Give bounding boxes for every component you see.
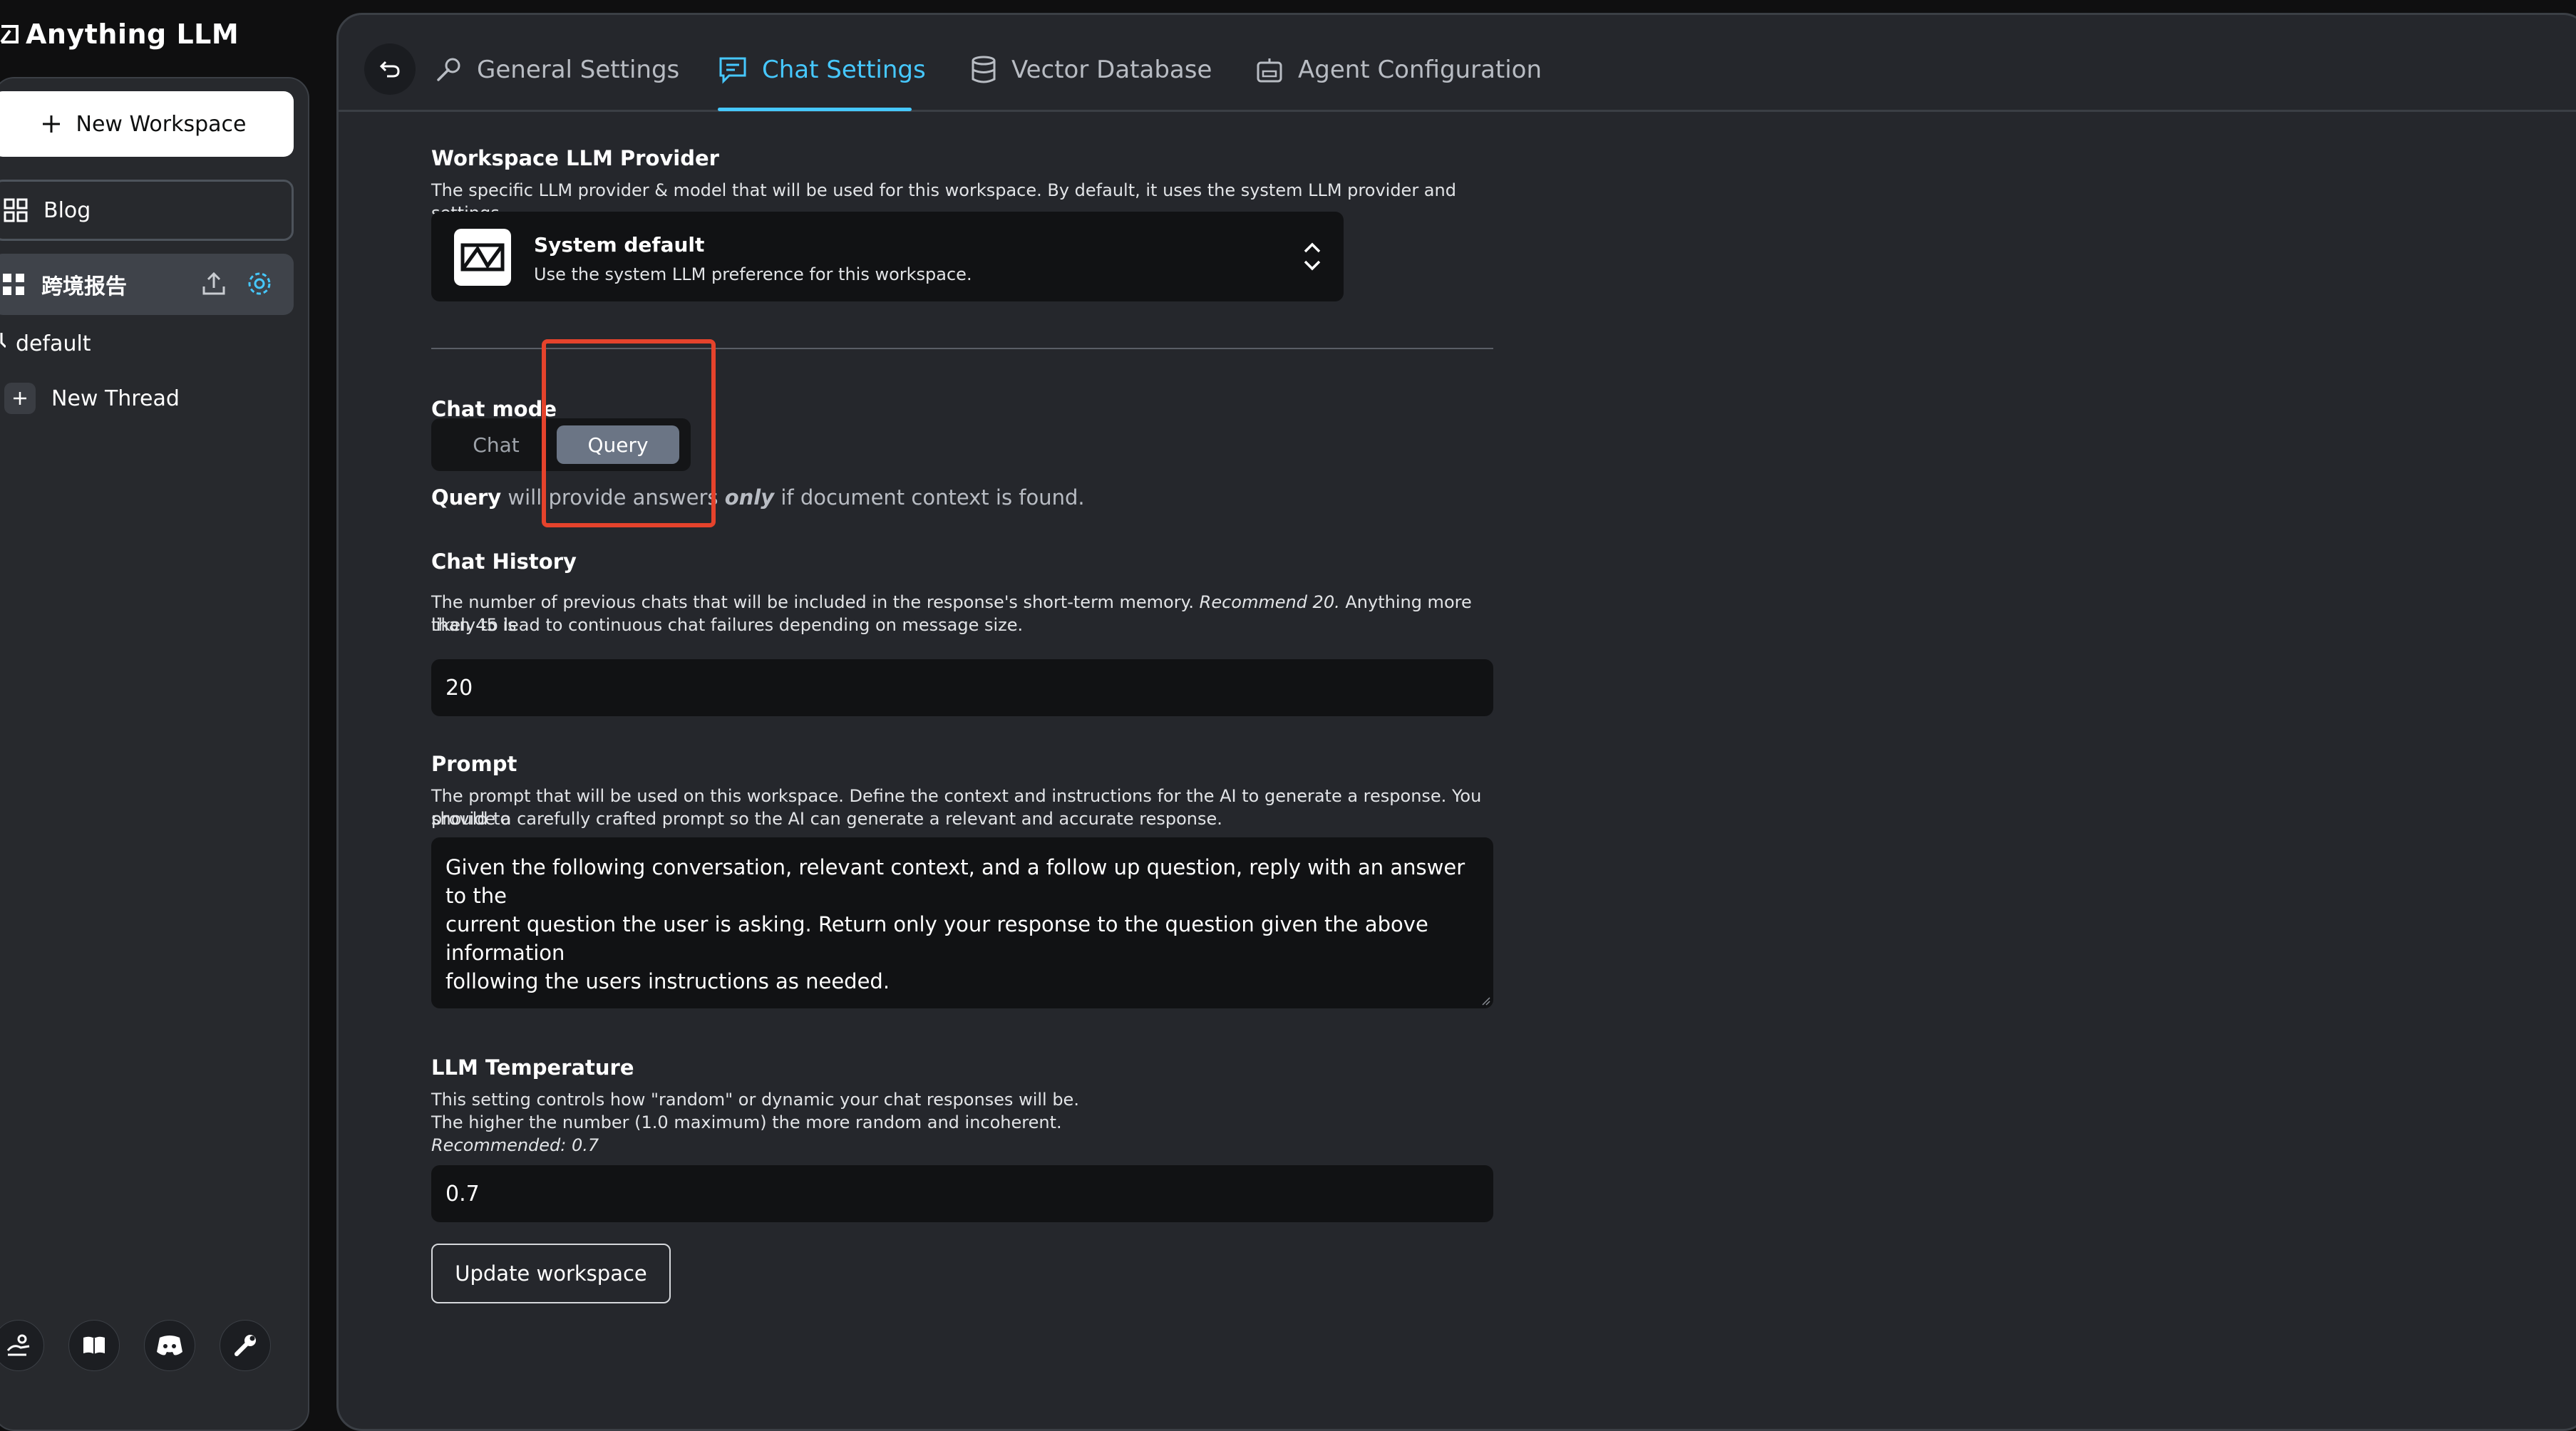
new-workspace-button[interactable]: New Workspace (0, 91, 294, 157)
update-workspace-button[interactable]: Update workspace (431, 1244, 671, 1303)
prompt-line: Given the following conversation, releva… (445, 855, 1465, 908)
provider-name: System default (534, 233, 705, 257)
new-workspace-label: New Workspace (76, 111, 247, 137)
settings-tabbar: General Settings Chat Settings Vector Da… (339, 15, 2576, 112)
app-title: Anything LLM (26, 19, 239, 50)
back-arrow-icon (379, 61, 400, 78)
provider-description: Use the system LLM preference for this w… (534, 264, 972, 284)
thread-item-default[interactable]: default (0, 328, 91, 359)
workspace-label: Blog (43, 197, 91, 223)
workspace-label: 跨境报告 (41, 274, 127, 299)
temperature-description-line2: The higher the number (1.0 maximum) the … (431, 1112, 1062, 1132)
plus-icon (42, 115, 60, 133)
prompt-title: Prompt (431, 752, 517, 776)
tab-label: Agent Configuration (1298, 56, 1542, 84)
temperature-input[interactable]: 0.7 (431, 1165, 1493, 1222)
llm-provider-title: Workspace LLM Provider (431, 146, 719, 170)
prompt-line: following the users instructions as need… (445, 969, 890, 993)
chat-icon (719, 57, 746, 84)
chat-history-description-line2: likely to lead to continuous chat failur… (431, 615, 1024, 635)
wrench-icon (437, 58, 460, 81)
chat-history-title: Chat History (431, 549, 577, 574)
new-thread-button[interactable]: New Thread (0, 382, 180, 415)
prompt-line: current question the user is asking. Ret… (445, 912, 1428, 965)
workspace-settings-panel: General Settings Chat Settings Vector Da… (336, 13, 2576, 1431)
chat-mode-title: Chat mode (431, 397, 557, 421)
chevron-up-down-icon (1304, 242, 1321, 271)
chat-mode-option-query[interactable]: Query (557, 425, 679, 464)
workspace-item-active[interactable]: 跨境报告 (0, 254, 294, 315)
settings-wrench-icon[interactable] (220, 1320, 271, 1371)
gear-icon[interactable] (245, 269, 274, 298)
provider-logo-icon (454, 229, 511, 286)
discord-icon[interactable] (144, 1320, 195, 1371)
sidebar-footer (0, 1320, 271, 1371)
anything-llm-logo-icon (0, 25, 19, 43)
tab-chat-settings[interactable]: Chat Settings (718, 52, 926, 88)
prompt-textarea[interactable]: Given the following conversation, releva… (431, 837, 1493, 1008)
prompt-description-line2: provide a carefully crafted prompt so th… (431, 809, 1222, 829)
temperature-description: This setting controls how "random" or dy… (431, 1090, 1079, 1110)
resize-grip-icon[interactable] (1479, 994, 1490, 1006)
grid-icon (4, 198, 28, 222)
tab-label: Chat Settings (762, 56, 926, 84)
workspace-item-blog[interactable]: Blog (0, 180, 294, 241)
robot-icon (1257, 58, 1282, 83)
chat-history-input[interactable]: 20 (431, 659, 1493, 716)
tab-label: Vector Database (1011, 56, 1212, 84)
tab-label: General Settings (477, 56, 680, 84)
llm-provider-select[interactable]: System default Use the system LLM prefer… (431, 212, 1344, 301)
chat-mode-toggle: Chat Query (431, 418, 691, 471)
tab-agent-configuration[interactable]: Agent Configuration (1255, 52, 1542, 88)
tab-general-settings[interactable]: General Settings (434, 52, 679, 88)
database-icon (972, 56, 996, 83)
tab-vector-database[interactable]: Vector Database (970, 52, 1212, 88)
temperature-title: LLM Temperature (431, 1055, 634, 1080)
chat-mode-note: Query will provide answers only if docum… (431, 485, 1085, 510)
app-logo: Anything LLM (0, 17, 239, 51)
community-hub-icon[interactable] (0, 1320, 44, 1371)
temperature-recommendation: Recommended: 0.7 (431, 1135, 599, 1155)
upload-icon[interactable] (200, 269, 228, 298)
thread-label: default (16, 331, 91, 356)
back-button[interactable] (364, 43, 416, 95)
plus-icon (4, 383, 36, 414)
grid-filled-icon (3, 274, 24, 295)
new-thread-label: New Thread (51, 386, 180, 411)
docs-book-icon[interactable] (68, 1320, 120, 1371)
section-divider (431, 348, 1493, 349)
thread-branch-icon (0, 333, 6, 348)
chat-mode-option-chat[interactable]: Chat (443, 425, 550, 464)
active-tab-indicator (718, 108, 912, 111)
